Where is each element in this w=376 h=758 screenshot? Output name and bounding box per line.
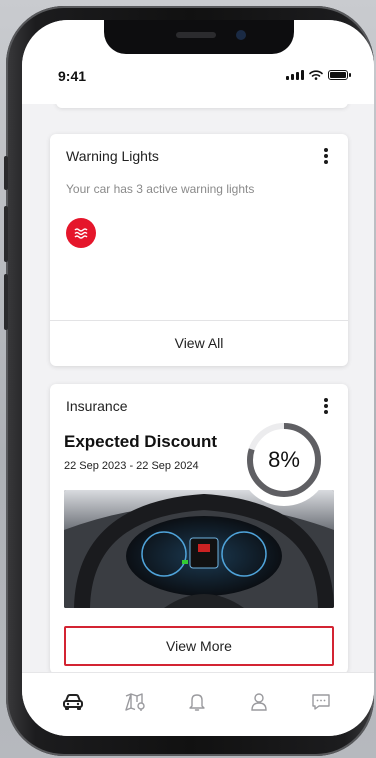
tab-notifications[interactable]: [182, 687, 212, 717]
map-icon: [125, 693, 145, 711]
discount-progress: 8%: [238, 414, 330, 506]
warning-summary: Your car has 3 active warning lights: [66, 182, 255, 196]
front-camera: [236, 30, 246, 40]
chat-icon: [312, 694, 330, 710]
expected-discount-heading: Expected Discount: [64, 432, 218, 451]
status-time: 9:41: [58, 68, 87, 84]
notch: [104, 20, 294, 54]
insurance-card: Insurance Expected Discount 22 Sep 2023 …: [50, 384, 348, 672]
phone-side-button: [4, 156, 8, 190]
phone-side-button: [4, 206, 8, 262]
bell-icon: [189, 694, 205, 711]
battery-icon: [328, 70, 351, 80]
card-title: Warning Lights: [66, 148, 159, 164]
tab-bar: [22, 672, 374, 736]
view-more-button[interactable]: View More: [64, 626, 334, 666]
more-options-icon[interactable]: [318, 146, 334, 166]
view-all-button[interactable]: View All: [50, 320, 348, 366]
profile-icon: [251, 693, 267, 711]
card-title: Insurance: [66, 398, 128, 414]
speaker: [176, 32, 216, 38]
status-icons: [286, 70, 351, 80]
scroll-content[interactable]: Warning Lights Your car has 3 active war…: [22, 104, 374, 672]
previous-card: [56, 104, 348, 108]
phone-side-button: [4, 274, 8, 330]
tab-profile[interactable]: [244, 687, 274, 717]
more-options-icon[interactable]: [318, 396, 334, 416]
car-icon: [63, 694, 83, 710]
tab-messages[interactable]: [306, 687, 336, 717]
screen: 9:41 Warning Lights Your car has 3 activ…: [22, 20, 374, 736]
tab-car[interactable]: [58, 687, 88, 717]
tab-map[interactable]: [120, 687, 150, 717]
policy-date-range: 22 Sep 2023 - 22 Sep 2024: [64, 460, 199, 472]
warning-lights-card: Warning Lights Your car has 3 active war…: [50, 134, 348, 366]
warning-lights-icon[interactable]: [66, 218, 96, 248]
car-dashboard-photo: [64, 490, 334, 608]
wifi-icon: [309, 70, 323, 80]
discount-percentage: 8%: [268, 447, 300, 472]
signal-icon: [286, 70, 304, 80]
